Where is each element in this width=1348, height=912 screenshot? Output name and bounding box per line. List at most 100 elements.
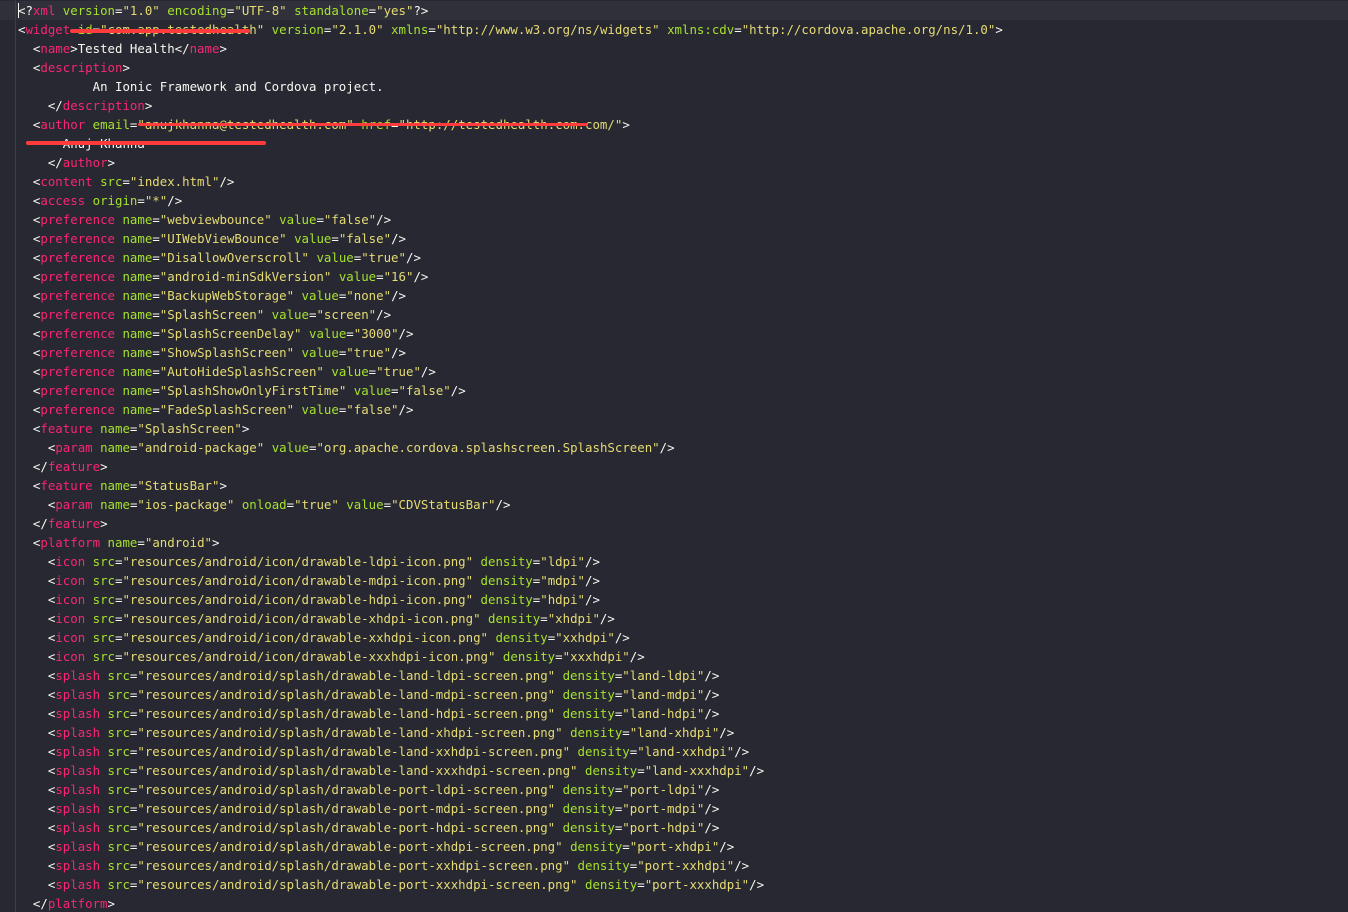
attribute-value: "ios-package" xyxy=(137,497,235,512)
code-line[interactable]: <preference name="SplashShowOnlyFirstTim… xyxy=(18,381,1003,400)
code-line[interactable]: <?xml version="1.0" encoding="UTF-8" sta… xyxy=(18,1,1003,20)
code-line[interactable]: <preference name="AutoHideSplashScreen" … xyxy=(18,362,1003,381)
attribute-name: density xyxy=(555,801,615,816)
code-line[interactable]: </feature> xyxy=(18,514,1003,533)
code-text: > xyxy=(100,516,108,531)
code-text: = xyxy=(152,364,160,379)
code-line[interactable]: <splash src="resources/android/splash/dr… xyxy=(18,761,1003,780)
code-text: /> xyxy=(391,288,406,303)
attribute-name: value xyxy=(294,345,339,360)
attribute-name: name xyxy=(115,212,153,227)
tag-name: splash xyxy=(55,687,101,702)
text-cursor xyxy=(18,3,19,18)
code-line[interactable]: <splash src="resources/android/splash/dr… xyxy=(18,685,1003,704)
code-text: = xyxy=(152,231,160,246)
code-line[interactable]: <preference name="DisallowOverscroll" va… xyxy=(18,248,1003,267)
code-line[interactable]: <preference name="FadeSplashScreen" valu… xyxy=(18,400,1003,419)
code-line[interactable]: <icon src="resources/android/icon/drawab… xyxy=(18,647,1003,666)
code-line[interactable]: <splash src="resources/android/splash/dr… xyxy=(18,666,1003,685)
code-line[interactable]: </description> xyxy=(18,96,1003,115)
code-line[interactable]: <feature name="SplashScreen"> xyxy=(18,419,1003,438)
code-line[interactable]: <icon src="resources/android/icon/drawab… xyxy=(18,590,1003,609)
code-line[interactable]: <splash src="resources/android/splash/dr… xyxy=(18,856,1003,875)
code-line[interactable]: </feature> xyxy=(18,457,1003,476)
tag-name: preference xyxy=(40,383,115,398)
code-line[interactable]: <preference name="SplashScreenDelay" val… xyxy=(18,324,1003,343)
code-text: <? xyxy=(18,3,33,18)
tag-name: splash xyxy=(55,820,101,835)
tag-name: icon xyxy=(55,592,86,607)
code-line[interactable]: </author> xyxy=(18,153,1003,172)
code-line[interactable]: <splash src="resources/android/splash/dr… xyxy=(18,837,1003,856)
attribute-value: "webviewbounce" xyxy=(159,212,272,227)
code-line[interactable]: <feature name="StatusBar"> xyxy=(18,476,1003,495)
attribute-name: src xyxy=(100,725,130,740)
code-line[interactable]: <splash src="resources/android/splash/dr… xyxy=(18,704,1003,723)
code-editor[interactable]: <?xml version = "1.0" encoding = "UTF-8" sta… xyxy=(0,0,1348,912)
code-line[interactable]: <splash src="resources/android/splash/dr… xyxy=(18,742,1003,761)
attribute-name: density xyxy=(480,611,541,626)
code-line[interactable]: <preference name="BackupWebStorage" valu… xyxy=(18,286,1003,305)
attribute-value: "org.apache.cordova.splashscreen.SplashS… xyxy=(316,440,660,455)
tag-name: splash xyxy=(55,839,101,854)
code-text: /> xyxy=(659,440,675,455)
code-text: /> xyxy=(391,231,406,246)
code-line[interactable]: <param name="android-package" value="org… xyxy=(18,438,1003,457)
code-text: > xyxy=(100,459,108,474)
redaction-mark-widget-id xyxy=(70,29,250,33)
code-text: = xyxy=(152,402,160,417)
code-line[interactable]: <preference name="android-minSdkVersion"… xyxy=(18,267,1003,286)
code-line[interactable]: <splash src="resources/android/splash/dr… xyxy=(18,780,1003,799)
attribute-name: src xyxy=(100,801,130,816)
code-line[interactable]: <icon src="resources/android/icon/drawab… xyxy=(18,571,1003,590)
code-line[interactable]: <description> xyxy=(18,58,1003,77)
code-line[interactable]: <name>Tested Health</name> xyxy=(18,39,1003,58)
attribute-name: density xyxy=(570,744,630,759)
attribute-name: email xyxy=(85,117,130,132)
code-line[interactable]: <splash src="resources/android/splash/dr… xyxy=(18,875,1003,894)
xml-source[interactable]: <?xml version = "1.0" encoding = "UTF-8" sta… xyxy=(18,1,1003,912)
code-line[interactable]: <icon src="resources/android/icon/drawab… xyxy=(18,609,1003,628)
tag-name: preference xyxy=(40,307,115,322)
attribute-name: value xyxy=(294,288,339,303)
tag-name: icon xyxy=(55,554,86,569)
code-text: = xyxy=(622,839,630,854)
attribute-value: "false" xyxy=(338,231,392,246)
code-line[interactable]: <preference name="SplashScreen" value="s… xyxy=(18,305,1003,324)
code-line[interactable]: <splash src="resources/android/splash/dr… xyxy=(18,723,1003,742)
code-line[interactable]: <platform name="android"> xyxy=(18,533,1003,552)
code-line[interactable]: <icon src="resources/android/icon/drawab… xyxy=(18,628,1003,647)
code-text: /> xyxy=(413,269,429,284)
attribute-value: "land-hdpi" xyxy=(622,706,705,721)
code-text: /> xyxy=(376,307,392,322)
code-line[interactable]: <preference name="webviewbounce" value="… xyxy=(18,210,1003,229)
code-text: /> xyxy=(585,573,600,588)
attribute-name: src xyxy=(100,877,130,892)
code-line[interactable]: </platform> xyxy=(18,894,1003,912)
code-text: /> xyxy=(719,725,735,740)
code-line[interactable]: <icon src="resources/android/icon/drawab… xyxy=(18,552,1003,571)
code-line[interactable]: <splash src="resources/android/splash/dr… xyxy=(18,799,1003,818)
code-line[interactable]: <param name="ios-package" onload="true" … xyxy=(18,495,1003,514)
code-line[interactable]: An Ionic Framework and Cordova project. xyxy=(18,77,1003,96)
code-line[interactable]: <preference name="ShowSplashScreen" valu… xyxy=(18,343,1003,362)
attribute-value: "UTF-8" xyxy=(234,3,287,18)
tag-name: splash xyxy=(55,668,101,683)
attribute-value: "hdpi" xyxy=(540,592,586,607)
code-text: = xyxy=(152,250,160,265)
code-text: /> xyxy=(704,801,720,816)
code-line[interactable]: <preference name="UIWebViewBounce" value… xyxy=(18,229,1003,248)
code-line[interactable]: <access origin="*"/> xyxy=(18,191,1003,210)
tag-name: splash xyxy=(55,782,101,797)
attribute-name: xmlns xyxy=(383,22,429,37)
code-line[interactable]: <content src="index.html"/> xyxy=(18,172,1003,191)
redaction-mark-author-email xyxy=(138,123,588,126)
attribute-name: density xyxy=(473,592,533,607)
code-line[interactable]: <splash src="resources/android/splash/dr… xyxy=(18,818,1003,837)
